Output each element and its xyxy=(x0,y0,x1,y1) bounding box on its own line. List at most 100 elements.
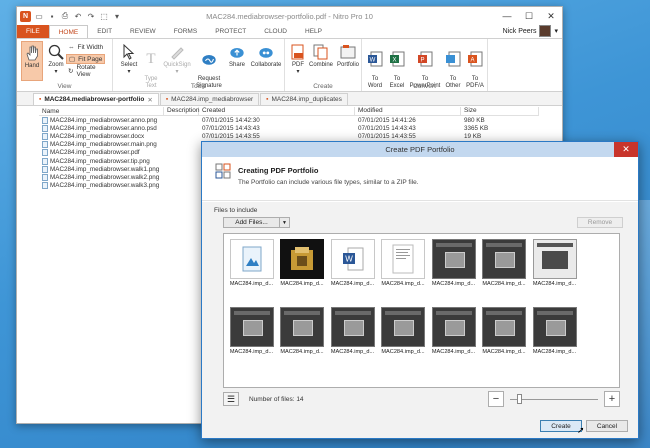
create-pdf-button[interactable]: PDF ▾ xyxy=(288,44,308,76)
svg-text:X: X xyxy=(392,58,396,64)
file-name: MAC284.imp_mediabrowser.main.png xyxy=(50,141,157,149)
select-button[interactable]: Select ▾ xyxy=(119,44,139,76)
file-name: MAC284.imp_mediabrowser.anno.png xyxy=(50,116,158,124)
file-thumbnail[interactable]: MAC284.imp_d... xyxy=(430,307,477,355)
minimize-button[interactable]: — xyxy=(496,7,518,25)
save-icon[interactable]: ▪ xyxy=(47,11,57,21)
list-view-button[interactable]: ☰ xyxy=(223,392,239,406)
fit-page-button[interactable]: ▢ Fit Page xyxy=(66,54,106,64)
thumbnail-caption: MAC284.imp_d... xyxy=(280,281,324,287)
file-thumbnail[interactable]: MAC284.imp_d... xyxy=(228,239,275,287)
file-thumbnail[interactable]: MAC284.imp_d... xyxy=(380,239,427,287)
customize-qat-icon[interactable]: ▾ xyxy=(112,11,122,21)
close-button[interactable]: ✕ xyxy=(540,7,562,25)
column-header-name[interactable]: Name xyxy=(39,107,164,115)
fit-width-button[interactable]: ⇔ Fit Width xyxy=(66,42,105,52)
thumbnail-caption: MAC284.imp_d... xyxy=(532,281,577,287)
portfolio-button[interactable]: Portfolio xyxy=(335,44,361,69)
tab-review[interactable]: REVIEW xyxy=(121,25,165,38)
chevron-down-icon[interactable]: ▼ xyxy=(280,220,289,226)
tab-cloud[interactable]: CLOUD xyxy=(255,25,296,38)
create-portfolio-dialog: Create PDF Portfolio ✕ Creating PDF Port… xyxy=(201,141,639,439)
select-tool-icon[interactable]: ⬚ xyxy=(99,11,109,21)
thumbnail-size-slider[interactable] xyxy=(510,399,598,400)
doc-tab-portfolio[interactable]: ▪ MAC284.mediabrowser-portfolio ✕ xyxy=(33,93,159,105)
combine-icon xyxy=(313,44,329,60)
column-header-modified[interactable]: Modified xyxy=(355,107,461,115)
print-icon[interactable]: ⎙ xyxy=(60,11,70,21)
zoom-label: Zoom xyxy=(48,62,64,68)
cancel-button[interactable]: Cancel xyxy=(586,420,628,432)
file-thumbnail[interactable]: MAC284.imp_d... xyxy=(279,239,326,287)
hand-button[interactable]: Hand xyxy=(21,41,43,81)
dialog-header: Creating PDF Portfolio The Portfolio can… xyxy=(202,157,638,201)
table-row[interactable]: MAC284.imp_mediabrowser.anno.png 07/01/20… xyxy=(39,116,539,124)
file-thumbnail[interactable]: MAC284.imp_d... xyxy=(430,239,477,287)
file-thumbnail[interactable]: MAC284.imp_d... xyxy=(279,307,326,355)
rotate-view-button[interactable]: ↻ Rotate View xyxy=(66,64,112,78)
file-thumbnail[interactable]: MAC284.imp_d... xyxy=(228,307,275,355)
share-button[interactable]: Share xyxy=(226,44,248,69)
tab-protect[interactable]: PROTECT xyxy=(206,25,255,38)
nitro-logo-icon[interactable]: N xyxy=(20,10,31,22)
zoom-in-button[interactable]: + xyxy=(604,391,620,407)
maximize-button[interactable]: ☐ xyxy=(518,7,540,25)
word-icon: W xyxy=(367,51,383,67)
collaborate-button[interactable]: Collaborate xyxy=(249,44,283,69)
cell-created: 07/01/2015 14:43:55 xyxy=(202,132,260,140)
portfolio-icon xyxy=(340,44,356,60)
cell-modified: 07/01/2015 14:43:55 xyxy=(358,132,416,140)
zoom-out-button[interactable]: − xyxy=(488,391,504,407)
quicksign-button[interactable]: QuickSign ▾ xyxy=(162,44,192,76)
file-thumbnail[interactable]: MAC284.imp_d... xyxy=(481,307,528,355)
file-thumbnail[interactable]: MAC284.imp_d... xyxy=(329,307,376,355)
cell-name: MAC284.imp_mediabrowser.tip.png xyxy=(39,157,164,165)
pdf-create-icon xyxy=(290,44,306,60)
dialog-close-button[interactable]: ✕ xyxy=(614,142,638,157)
dialog-heading: Creating PDF Portfolio xyxy=(238,166,319,175)
file-thumbnail[interactable]: W MAC284.imp_d... xyxy=(329,239,376,287)
files-to-include-label: Files to include xyxy=(214,207,258,214)
avatar[interactable] xyxy=(539,25,552,37)
tab-home[interactable]: HOME xyxy=(48,25,89,38)
doc-tab-duplicates[interactable]: ▪ MAC284.imp_duplicates xyxy=(260,93,348,105)
column-header-created[interactable]: Created xyxy=(199,107,355,115)
tab-edit[interactable]: EDIT xyxy=(88,25,121,38)
chevron-down-icon: ▾ xyxy=(175,69,179,75)
chevron-down-icon[interactable]: ▾ xyxy=(554,27,558,35)
column-header-description[interactable]: Description xyxy=(164,107,200,115)
number-of-files: Number of files: 14 xyxy=(249,396,304,403)
tab-help[interactable]: HELP xyxy=(296,25,331,38)
pdf-page-icon xyxy=(381,239,425,279)
combine-button[interactable]: Combine xyxy=(308,44,334,69)
file-thumbnail[interactable]: MAC284.imp_d... xyxy=(531,307,578,355)
files-thumbnail-grid[interactable]: MAC284.imp_d... MAC284.imp_d... W MAC284.im… xyxy=(223,233,620,388)
cursor-icon xyxy=(121,44,137,60)
open-folder-icon[interactable]: ▭ xyxy=(34,11,44,21)
undo-icon[interactable]: ↶ xyxy=(73,11,83,21)
file-thumbnail[interactable]: MAC284.imp_d... xyxy=(531,239,578,287)
remove-button[interactable]: Remove xyxy=(577,217,623,228)
group-label-create: Create xyxy=(313,83,333,90)
chevron-down-icon: ▾ xyxy=(54,69,58,75)
table-row[interactable]: MAC284.imp_mediabrowser.docx 07/01/2015 1… xyxy=(39,132,539,140)
tab-forms[interactable]: FORMS xyxy=(165,25,206,38)
screenshot-icon xyxy=(482,239,526,279)
redo-icon[interactable]: ↷ xyxy=(86,11,96,21)
dialog-title: Create PDF Portfolio xyxy=(385,145,455,154)
add-files-label[interactable]: Add Files... xyxy=(224,218,280,227)
table-row[interactable]: MAC284.imp_mediabrowser.anno.psd 07/01/20… xyxy=(39,124,539,132)
tab-file[interactable]: FILE xyxy=(17,25,49,38)
add-files-button[interactable]: Add Files... ▼ xyxy=(223,217,290,228)
create-button[interactable]: Create ➚ xyxy=(540,420,585,435)
column-header-size[interactable]: Size xyxy=(461,107,539,115)
user-account[interactable]: Nick Peers ▾ xyxy=(503,25,558,37)
screenshot-icon xyxy=(532,239,577,279)
zoom-button[interactable]: Zoom ▾ xyxy=(45,44,67,76)
file-thumbnail[interactable]: MAC284.imp_d... xyxy=(481,239,528,287)
file-list-header: Name Description Created Modified Size xyxy=(39,107,539,116)
thumbnail-caption: MAC284.imp_d... xyxy=(330,349,375,355)
collaborate-cloud-icon xyxy=(258,44,274,60)
slider-handle[interactable] xyxy=(516,394,522,404)
file-thumbnail[interactable]: MAC284.imp_d... xyxy=(380,307,427,355)
